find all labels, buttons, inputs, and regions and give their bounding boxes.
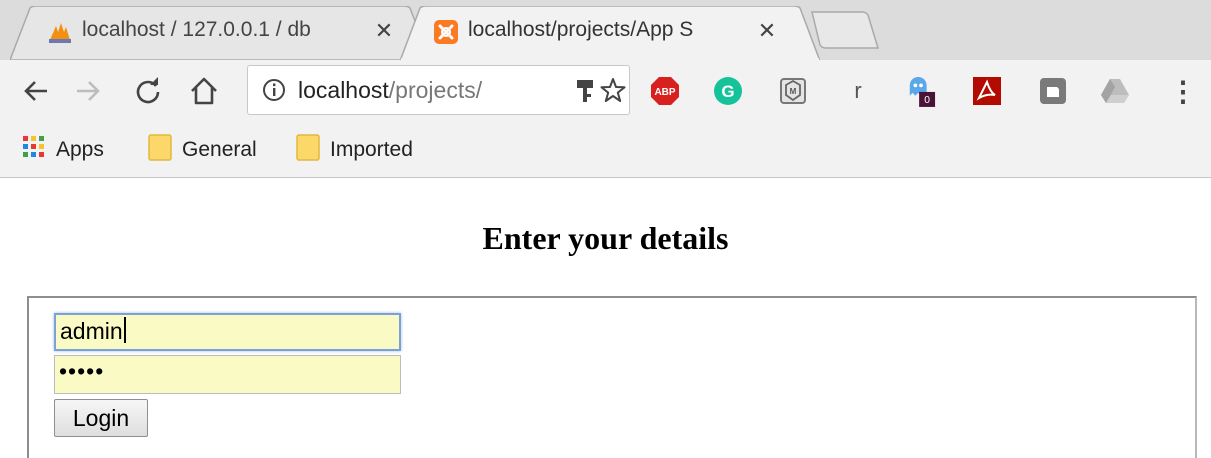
tab-close-icon[interactable]: ✕	[755, 18, 779, 44]
phpmyadmin-icon	[48, 20, 72, 44]
svg-text:0: 0	[924, 95, 930, 106]
new-tab-icon[interactable]	[808, 10, 880, 50]
url-text[interactable]: localhost/projects/	[298, 77, 558, 104]
readability-icon[interactable]: r	[843, 76, 873, 106]
gray-extension-icon[interactable]	[1038, 76, 1068, 106]
svg-text:ABP: ABP	[654, 87, 675, 98]
home-icon[interactable]	[184, 71, 224, 111]
tab-title: localhost/projects/App S	[468, 18, 694, 41]
menu-icon[interactable]: ⋮	[1168, 76, 1198, 107]
folder-icon	[296, 133, 320, 167]
info-icon[interactable]	[262, 78, 286, 102]
username-field[interactable]: admin	[54, 313, 401, 351]
back-arrow-icon[interactable]	[16, 71, 56, 111]
bookmark-folder-imported[interactable]: Imported	[296, 134, 413, 166]
password-field[interactable]: •••••	[54, 355, 401, 394]
url-host: localhost	[298, 77, 389, 103]
login-form: admin ••••• Login	[27, 296, 1197, 458]
tab-phpmyadmin[interactable]: localhost / 127.0.0.1 / db ✕	[10, 6, 430, 60]
browser-toolbar: localhost/projects/ ABP G M r 0 ⋮	[0, 60, 1211, 122]
tab-strip: localhost / 127.0.0.1 / db ✕ localhost/p…	[0, 0, 1211, 61]
url-path: /projects/	[388, 77, 483, 103]
forward-arrow-icon[interactable]	[68, 71, 108, 111]
star-icon[interactable]	[600, 77, 626, 103]
apps-grid-icon	[22, 135, 46, 165]
adobe-acrobat-icon[interactable]	[972, 76, 1002, 106]
page-title: Enter your details	[482, 220, 729, 256]
google-drive-icon[interactable]	[1100, 76, 1130, 106]
grammarly-icon[interactable]: G	[713, 76, 743, 106]
ghostery-icon[interactable]: 0	[906, 76, 936, 107]
tab-app-active[interactable]: localhost/projects/App S ✕	[400, 6, 820, 61]
mailvelope-icon[interactable]: M	[778, 76, 808, 106]
bookmark-folder-label: Imported	[330, 138, 413, 161]
reload-icon[interactable]	[128, 71, 168, 111]
username-value: admin	[60, 318, 123, 344]
svg-text:M: M	[790, 87, 797, 96]
text-caret	[123, 317, 126, 343]
tab-title: localhost / 127.0.0.1 / db	[82, 18, 311, 41]
bookmark-apps-label: Apps	[56, 138, 104, 161]
bookmark-folder-general[interactable]: General	[148, 134, 257, 166]
folder-icon	[148, 133, 172, 167]
password-mask: •••••	[59, 358, 105, 384]
key-icon[interactable]	[574, 78, 596, 104]
svg-text:G: G	[721, 82, 734, 101]
address-bar[interactable]: localhost/projects/	[247, 65, 630, 115]
login-button[interactable]: Login	[54, 399, 148, 437]
bookmark-folder-label: General	[182, 138, 257, 161]
bookmarks-bar: Apps General Imported	[0, 122, 1211, 178]
xampp-icon	[434, 20, 458, 44]
bookmark-apps[interactable]: Apps	[22, 134, 104, 166]
tab-close-icon[interactable]: ✕	[372, 18, 396, 44]
adblock-plus-icon[interactable]: ABP	[650, 76, 680, 106]
